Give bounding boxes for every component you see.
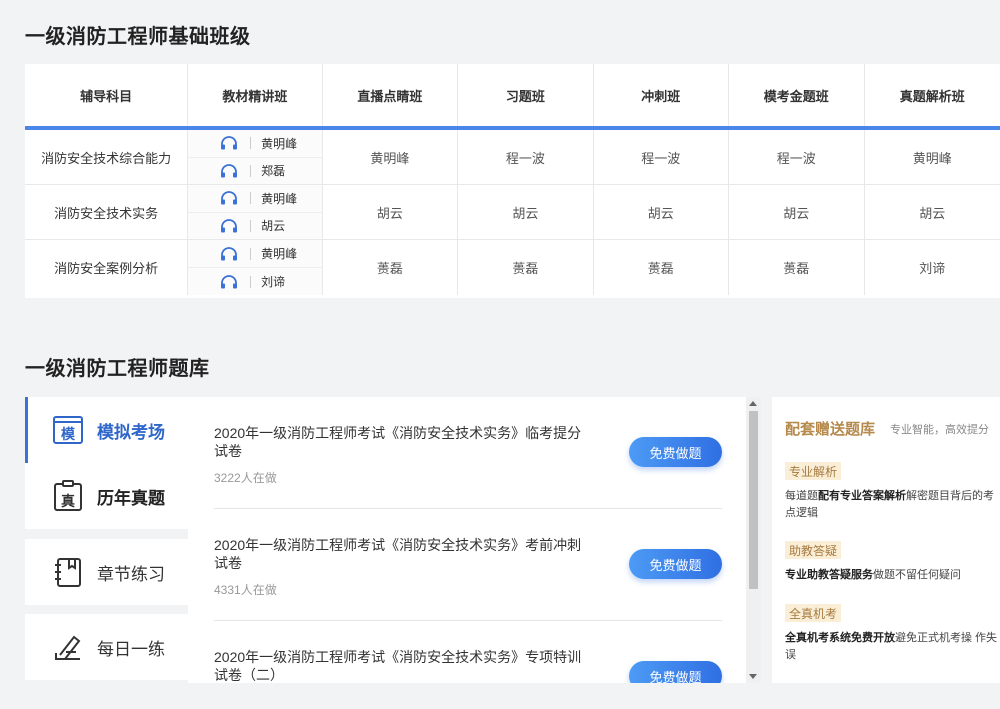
free-practice-button[interactable]: 免费做题 — [629, 437, 722, 467]
teacher-name: 黄明峰 — [261, 136, 298, 151]
tab-mock-exam[interactable]: 模 模拟考场 — [25, 397, 188, 463]
teacher-name: 黄明峰 — [261, 191, 298, 206]
class-table: 辅导科目 教材精讲班 直播点睛班 习题班 冲刺班 模考金题班 真题解析班 消防安… — [25, 64, 1000, 298]
tab-label: 历年真题 — [97, 488, 165, 508]
row-cell[interactable]: 蒉磊 — [458, 240, 594, 295]
row-cell[interactable]: 胡云 — [729, 185, 865, 239]
notebook-icon — [51, 555, 85, 589]
teacher-line[interactable]: 刘谛 — [188, 267, 322, 295]
headphones-icon — [220, 163, 242, 178]
past-papers-char: 真 — [61, 493, 75, 510]
tab-label: 章节练习 — [97, 564, 165, 584]
header-live: 直播点睛班 — [323, 64, 459, 126]
teacher-name: 郑磊 — [261, 164, 286, 179]
row-cell[interactable]: 程一波 — [729, 130, 865, 184]
headphones-icon — [220, 218, 242, 233]
teacher-line[interactable]: 黄明峰 — [188, 130, 321, 157]
teacher-name: 胡云 — [261, 219, 286, 234]
header-exercise: 习题班 — [458, 64, 594, 126]
row-cell[interactable]: 胡云 — [323, 185, 459, 239]
table-row: 消防安全技术综合能力 黄明峰 郑磊 黄明峰 程一波 程一波 程一波 黄明峰 — [25, 130, 1000, 185]
row-cell[interactable]: 黄明峰 — [323, 130, 459, 184]
row-cell[interactable]: 程一波 — [458, 130, 594, 184]
teacher-line[interactable]: 郑磊 — [188, 156, 322, 185]
tab-label: 每日一练 — [97, 639, 165, 659]
class-section-title: 一级消防工程师基础班级 — [25, 26, 251, 48]
row-cell[interactable]: 胡云 — [865, 185, 1000, 239]
mock-exam-icon: 模 — [51, 413, 85, 447]
scroll-down-icon[interactable] — [749, 674, 757, 679]
header-analysis: 真题解析班 — [899, 88, 965, 104]
scroll-thumb[interactable] — [749, 411, 758, 589]
row-subject: 消防安全技术综合能力 — [25, 130, 189, 184]
feature-tag: 助教答疑 — [785, 541, 842, 559]
past-papers-icon: 真 — [51, 479, 85, 513]
free-practice-button[interactable]: 免费做题 — [629, 549, 722, 579]
bank-tabs: 模 模拟考场 真 历年真题 章节练习 每日一练 — [25, 397, 188, 689]
headphones-icon — [220, 246, 242, 261]
row-cell[interactable]: 黄明峰 — [865, 130, 1000, 184]
paper-count: 3222人在做 — [214, 471, 277, 485]
bonus-bank-subtitle: 专业智能，高效提分 — [890, 424, 989, 436]
paper-list-scrollbar[interactable] — [746, 397, 761, 683]
feature-text: 全真机考系统免费开放避免正式机考操 作失误 — [785, 632, 998, 661]
teacher-line[interactable]: 黄明峰 — [188, 185, 321, 212]
row-cell[interactable]: 蒉磊 — [729, 240, 865, 295]
list-item: 2020年一级消防工程师考试《消防安全技术实务》考前冲刺试卷 4331人在做 免… — [214, 509, 722, 621]
paper-list: 2020年一级消防工程师考试《消防安全技术实务》临考提分试卷 3222人在做 免… — [188, 397, 746, 683]
row-teachers: 黄明峰 刘谛 — [188, 240, 323, 295]
teacher-name: 黄明峰 — [261, 247, 298, 261]
scroll-up-icon[interactable] — [749, 401, 757, 406]
paper-title[interactable]: 2020年一级消防工程师考试《消防安全技术实务》临考提分试卷 — [214, 424, 594, 460]
row-cell[interactable]: 蒉磊 — [594, 240, 730, 295]
bank-section-title: 一级消防工程师题库 — [25, 358, 210, 380]
page-bottom — [0, 683, 1000, 709]
pen-icon — [51, 630, 85, 664]
feature-text: 每道题配有专业答案解析解密题目背后的考点逻辑 — [785, 490, 994, 519]
row-subject: 消防安全技术实务 — [25, 185, 189, 239]
row-cell[interactable]: 胡云 — [594, 185, 730, 239]
feature-tag: 专业解析 — [785, 462, 842, 480]
paper-title[interactable]: 2020年一级消防工程师考试《消防安全技术实务》考前冲刺试卷 — [214, 536, 594, 572]
row-cell[interactable]: 刘谛 — [865, 240, 1000, 295]
free-practice-button[interactable]: 免费做题 — [629, 661, 722, 683]
teacher-name: 刘谛 — [261, 275, 286, 289]
table-row: 消防安全技术实务 黄明峰 胡云 胡云 胡云 胡云 胡云 胡云 — [25, 185, 1000, 240]
feature-text: 专业助教答疑服务做题不留任何疑问 — [785, 569, 961, 581]
table-header: 辅导科目 教材精讲班 直播点睛班 习题班 冲刺班 模考金题班 真题解析班 — [25, 64, 1000, 130]
row-subject: 消防安全案例分析 — [25, 240, 189, 295]
teacher-line[interactable]: 胡云 — [188, 211, 322, 240]
tab-label: 模拟考场 — [97, 422, 165, 442]
headphones-icon — [220, 191, 242, 205]
row-cell[interactable]: 胡云 — [458, 185, 594, 239]
header-mock: 模考金题班 — [729, 64, 865, 126]
bonus-bank-title: 配套赠送题库 — [785, 421, 876, 438]
tab-chapter-practice[interactable]: 章节练习 — [25, 539, 188, 605]
row-cell[interactable]: 程一波 — [594, 130, 730, 184]
teacher-line[interactable]: 黄明峰 — [188, 240, 321, 267]
headphones-icon — [220, 136, 242, 150]
list-item: 2020年一级消防工程师考试《消防安全技术实务》临考提分试卷 3222人在做 免… — [214, 397, 722, 509]
bonus-bank-panel: 配套赠送题库 专业智能，高效提分 专业解析 每道题配有专业答案解析解密题目背后的… — [772, 397, 1000, 683]
feature-tag: 全真机考 — [785, 604, 842, 622]
list-item: 2020年一级消防工程师考试《消防安全技术实务》专项特训试卷（二） 免费做题 — [214, 621, 722, 683]
row-teachers: 黄明峰 郑磊 — [188, 130, 323, 185]
header-sprint: 冲刺班 — [594, 64, 730, 126]
headphones-icon — [220, 274, 242, 289]
paper-count: 4331人在做 — [214, 583, 277, 597]
paper-title[interactable]: 2020年一级消防工程师考试《消防安全技术实务》专项特训试卷（二） — [214, 648, 594, 683]
mock-exam-char: 模 — [61, 426, 76, 443]
row-teachers: 黄明峰 胡云 — [188, 185, 323, 240]
header-subject: 辅导科目 — [25, 64, 189, 126]
table-row: 消防安全案例分析 黄明峰 刘谛 蒉磊 蒉磊 蒉磊 蒉磊 刘谛 — [25, 240, 1000, 295]
tab-daily-practice[interactable]: 每日一练 — [25, 614, 188, 680]
tab-past-papers[interactable]: 真 历年真题 — [25, 463, 188, 529]
row-cell[interactable]: 蒉磊 — [323, 240, 459, 295]
header-textbook: 教材精讲班 — [188, 64, 323, 126]
